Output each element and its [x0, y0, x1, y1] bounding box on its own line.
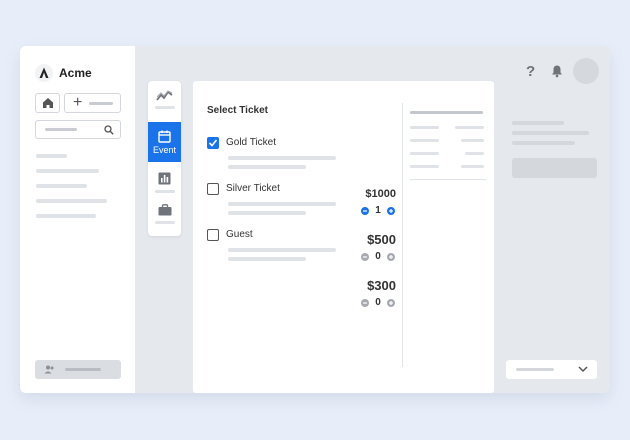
details-action-placeholder[interactable]: [512, 158, 597, 178]
users-icon: [44, 365, 54, 374]
rail-item-label: Event: [152, 144, 176, 155]
rail-item-label-placeholder: [154, 106, 175, 109]
sidebar-item[interactable]: [36, 199, 107, 203]
summary-value-placeholder: [461, 139, 484, 142]
minus-icon: [363, 301, 367, 304]
sidebar-item[interactable]: [36, 214, 96, 218]
brand: Acme: [35, 64, 92, 82]
add-button-label-placeholder: [89, 101, 114, 105]
add-button[interactable]: +: [64, 93, 121, 113]
summary-label-placeholder: [410, 152, 439, 155]
ticket-row: Guest: [207, 229, 397, 265]
decrement-button[interactable]: [361, 298, 369, 307]
bell-icon[interactable]: [550, 64, 564, 78]
ticket-name: Silver Ticket: [226, 183, 280, 194]
details-heading-placeholder: [512, 121, 564, 125]
ticket-name: Gold Ticket: [226, 137, 277, 148]
ticket-checkbox[interactable]: [207, 183, 219, 195]
ticket-checkbox[interactable]: [207, 137, 219, 149]
rail-item-label-placeholder: [154, 221, 175, 224]
app-name: Acme: [59, 66, 92, 80]
plus-icon: +: [73, 94, 83, 111]
footer-dropdown[interactable]: [506, 360, 597, 379]
calendar-icon: [158, 130, 171, 143]
rail-item-event[interactable]: Event: [148, 122, 181, 162]
summary-value-placeholder: [465, 152, 484, 155]
account-button[interactable]: [35, 360, 121, 379]
ticket-row: Gold Ticket: [207, 137, 397, 173]
summary-divider: [410, 179, 486, 180]
rail-item-reports[interactable]: [148, 172, 181, 193]
summary-label-placeholder: [410, 139, 439, 142]
ticket-checkbox[interactable]: [207, 229, 219, 241]
sidebar: Acme +: [20, 46, 135, 393]
briefcase-icon: [158, 204, 171, 216]
home-icon: [42, 98, 53, 108]
check-icon: [208, 139, 218, 147]
rail-item-label-placeholder: [154, 190, 175, 193]
sidebar-item[interactable]: [36, 169, 99, 173]
panel-divider: [402, 103, 403, 367]
avatar[interactable]: [573, 58, 599, 84]
search-placeholder: [45, 128, 77, 131]
home-button[interactable]: [35, 93, 60, 113]
details-line-placeholder: [512, 131, 589, 135]
topbar: ?: [526, 58, 599, 84]
ticket-description-line: [228, 156, 336, 160]
logo-icon: [35, 64, 53, 82]
increment-button[interactable]: [387, 298, 395, 307]
ticket-description-line: [228, 202, 336, 206]
account-label-placeholder: [65, 368, 101, 371]
ticket-panel: Select Ticket Gold Ticket $1000 1 Silver…: [193, 81, 494, 393]
quantity-value: 0: [375, 297, 381, 308]
rail-item-analytics[interactable]: [148, 90, 181, 109]
summary-value-placeholder: [455, 126, 484, 129]
dropdown-value-placeholder: [516, 368, 554, 371]
ticket-description-line: [228, 257, 306, 261]
summary-value-placeholder: [461, 165, 484, 168]
sidebar-item[interactable]: [36, 154, 67, 158]
help-icon[interactable]: ?: [526, 63, 540, 80]
analytics-icon: [156, 90, 173, 101]
search-icon: [104, 125, 114, 135]
summary-label-placeholder: [410, 165, 439, 168]
icon-rail: Event: [148, 81, 181, 236]
ticket-description-line: [228, 211, 306, 215]
plus-icon: [389, 300, 393, 305]
quantity-stepper: 0: [361, 297, 395, 308]
bar-chart-icon: [158, 172, 171, 185]
ticket-description-line: [228, 248, 336, 252]
ticket-price: $300: [367, 278, 396, 293]
summary-label-placeholder: [410, 126, 439, 129]
ticket-description-line: [228, 165, 306, 169]
search-input[interactable]: [35, 120, 121, 139]
summary-heading-placeholder: [410, 111, 483, 114]
details-line-placeholder: [512, 141, 575, 145]
chevron-down-icon: [578, 366, 588, 373]
rail-item-portfolio[interactable]: [148, 204, 181, 224]
ticket-row: Silver Ticket: [207, 183, 397, 219]
ticket-name: Guest: [226, 229, 253, 240]
panel-title: Select Ticket: [207, 105, 268, 116]
app-window: Acme + ? Event Select Ticket Gold Ticket…: [20, 46, 610, 393]
sidebar-item[interactable]: [36, 184, 87, 188]
